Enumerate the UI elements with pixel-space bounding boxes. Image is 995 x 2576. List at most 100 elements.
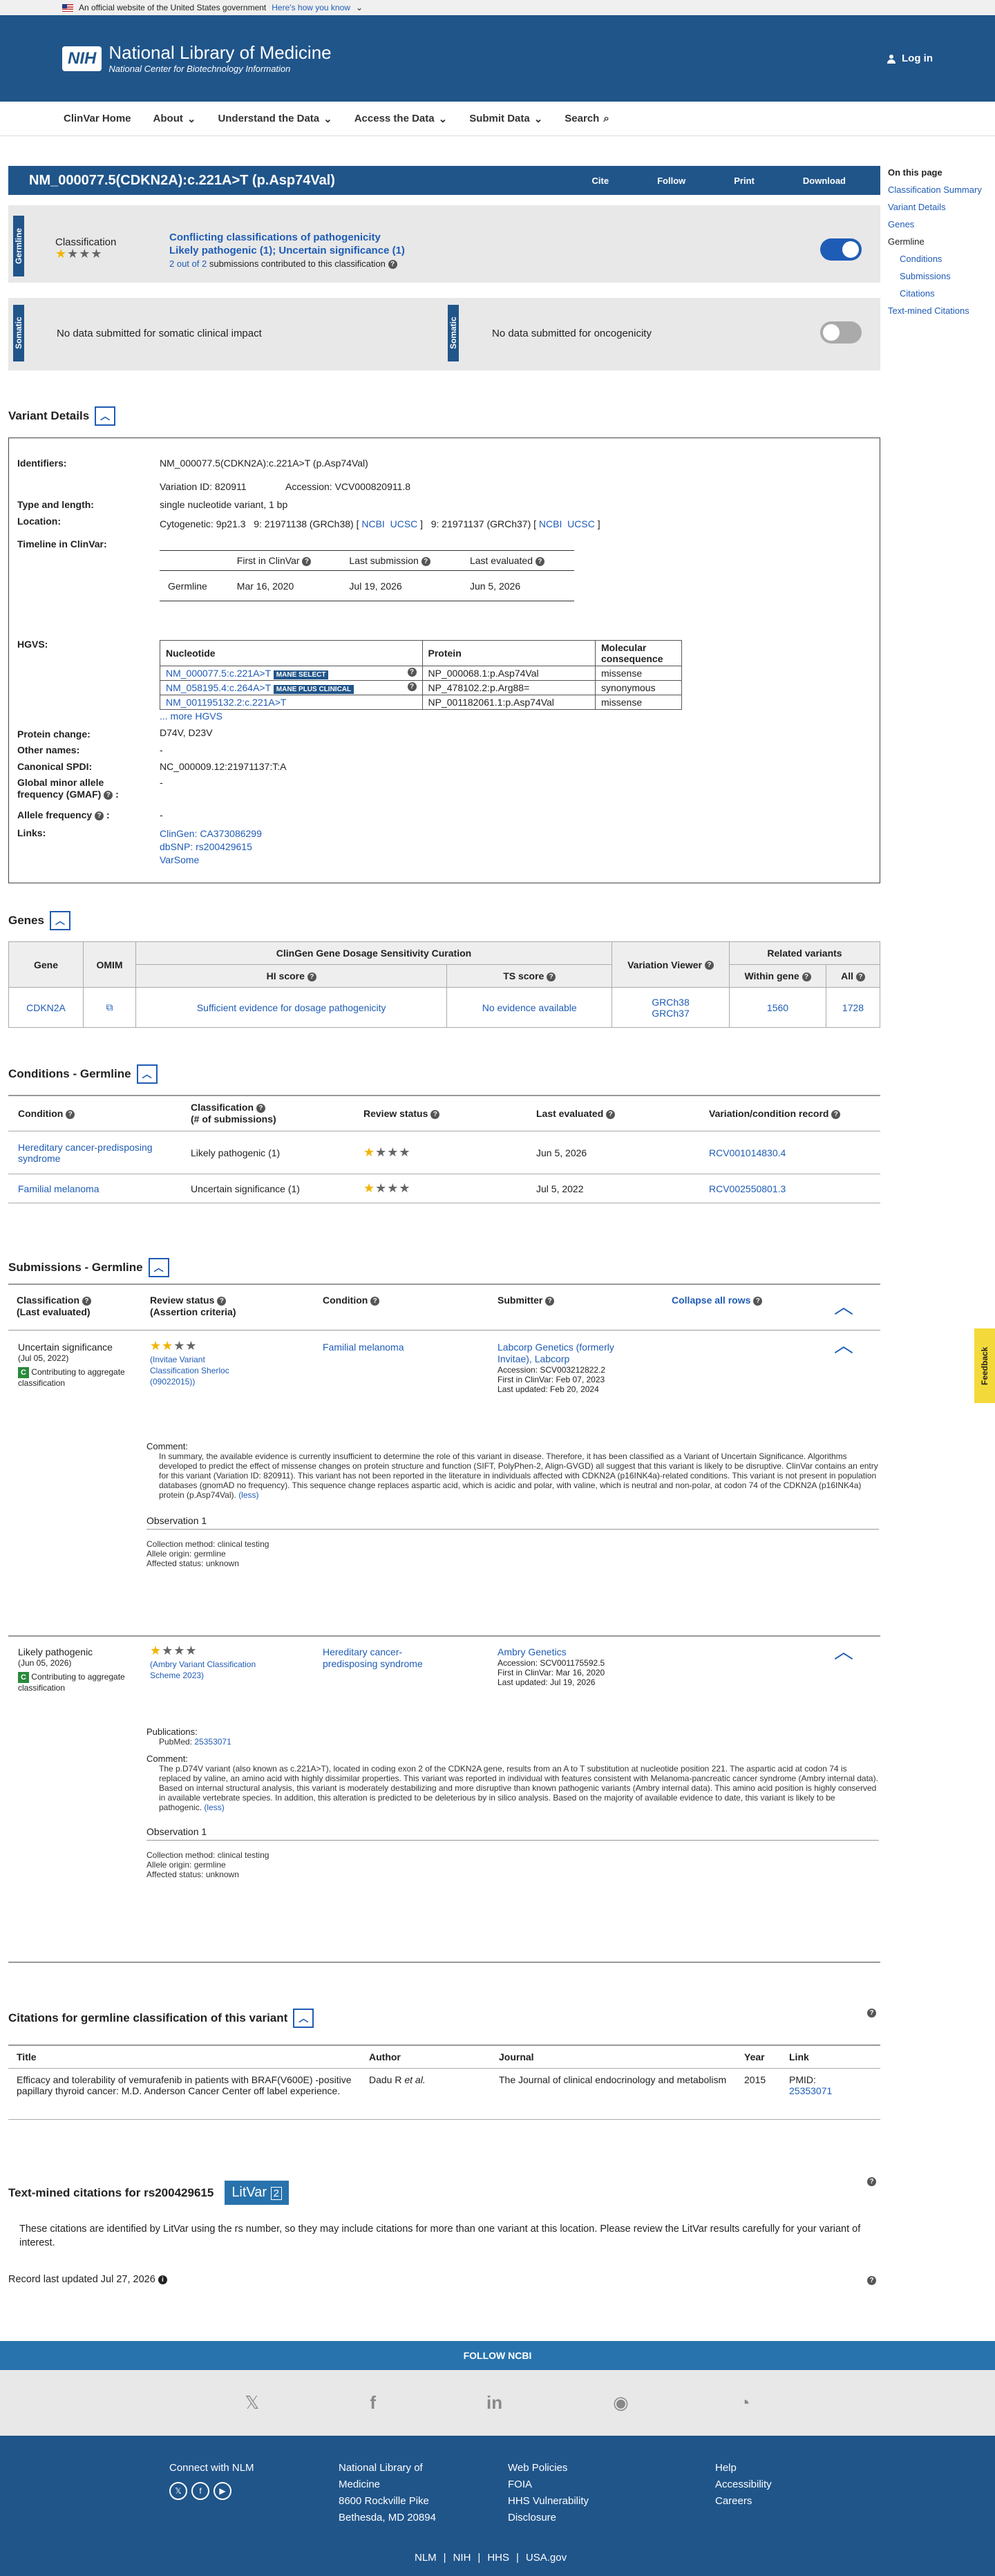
help-icon[interactable]: ? [66, 1109, 75, 1119]
hhs-bottom-link[interactable]: HHS [487, 2550, 509, 2566]
help-icon[interactable]: ? [753, 1296, 763, 1306]
submitter-link[interactable]: Labcorp Genetics (formerly Invitae), Lab… [498, 1342, 614, 1364]
nlm-link[interactable]: Medicine [339, 2479, 380, 2490]
disclosure-link[interactable]: Disclosure [508, 2512, 556, 2523]
foia-link[interactable]: FOIA [508, 2479, 532, 2490]
linkedin-icon[interactable]: in [486, 2392, 502, 2414]
rss-icon[interactable]: ◔ [739, 2392, 750, 2414]
nih-logo[interactable]: NIH National Library of Medicine Nationa… [62, 44, 332, 74]
pubmed-link[interactable]: 25353071 [194, 1737, 231, 1747]
help-icon[interactable]: ? [95, 811, 104, 820]
condition-link[interactable]: Familial melanoma [18, 1183, 99, 1194]
criteria-link[interactable]: (Ambry Variant Classification Scheme 202… [150, 1660, 256, 1680]
cite-button[interactable]: Cite [592, 176, 609, 186]
collapse-chevron-up-icon[interactable]: ︿ [148, 1258, 169, 1277]
collapse-chevron-up-icon[interactable]: ︿ [49, 911, 70, 930]
github-icon[interactable]: ◉ [613, 2392, 629, 2414]
less-link[interactable]: (less) [238, 1490, 258, 1500]
youtube-icon[interactable]: ▶ [214, 2482, 231, 2500]
nlm-bottom-link[interactable]: NLM [415, 2550, 437, 2566]
help-icon[interactable]: ? [867, 2177, 876, 2186]
facebook-icon[interactable]: f [370, 2392, 376, 2414]
submissions-count[interactable]: 2 out of 2 [169, 258, 207, 269]
chevron-up-icon[interactable]: ︿ [834, 1292, 853, 1319]
all-variants-link[interactable]: 1728 [842, 1002, 864, 1013]
help-icon[interactable]: ? [831, 1109, 841, 1119]
help-icon[interactable]: ? [855, 972, 865, 981]
otp-text-mined[interactable]: Text-mined Citations [888, 305, 969, 316]
ncbi-link[interactable]: NCBI [361, 518, 384, 529]
accessibility-link[interactable]: Accessibility [715, 2479, 772, 2490]
usagov-bottom-link[interactable]: USA.gov [526, 2550, 567, 2566]
help-icon[interactable]: ? [407, 668, 417, 677]
otp-citations[interactable]: Citations [900, 288, 935, 299]
germline-toggle[interactable] [820, 238, 862, 261]
gov-banner-link[interactable]: Here's how you know [272, 3, 350, 12]
nav-access[interactable]: Access the Data ⌄ [354, 113, 447, 125]
collapse-chevron-up-icon[interactable]: ︿ [95, 406, 116, 426]
x-icon[interactable]: 𝕏 [245, 2392, 259, 2414]
help-icon[interactable]: ? [547, 972, 556, 981]
twitter-icon[interactable]: 𝕏 [169, 2482, 187, 2500]
help-icon[interactable]: ? [867, 2276, 876, 2285]
pmid-link[interactable]: 25353071 [789, 2085, 832, 2096]
condition-link[interactable]: Familial melanoma [323, 1342, 404, 1353]
help-icon[interactable]: ? [421, 556, 430, 566]
grch38-viewer-link[interactable]: GRCh38 [652, 997, 689, 1008]
otp-conditions[interactable]: Conditions [900, 254, 942, 264]
print-button[interactable]: Print [734, 176, 755, 186]
hgvs-link[interactable]: NM_001195132.2:c.221A>T [166, 697, 286, 708]
submitter-link[interactable]: Ambry Genetics [498, 1646, 567, 1657]
within-gene-link[interactable]: 1560 [767, 1002, 788, 1013]
otp-submissions[interactable]: Submissions [900, 271, 951, 281]
more-hgvs-link[interactable]: ... more HGVS [160, 711, 222, 722]
hgvs-link[interactable]: NM_058195.4:c.264A>T [166, 682, 271, 693]
help-icon[interactable]: ? [802, 972, 811, 981]
hgvs-link[interactable]: NM_000077.5:c.221A>T [166, 668, 271, 679]
clingen-link[interactable]: ClinGen: CA373086299 [160, 828, 262, 839]
ucsc-link[interactable]: UCSC [390, 518, 418, 529]
collapse-all-link[interactable]: Collapse all rows [672, 1295, 750, 1306]
download-button[interactable]: Download [803, 176, 846, 186]
help-icon[interactable]: ? [867, 2009, 876, 2018]
nav-search[interactable]: Search ⌕ [565, 113, 609, 124]
ts-score-link[interactable]: No evidence available [482, 1002, 577, 1013]
somatic-toggle[interactable] [820, 321, 862, 344]
rcv-link[interactable]: RCV001014830.4 [709, 1147, 786, 1158]
grch37-viewer-link[interactable]: GRCh37 [652, 1008, 689, 1019]
info-icon[interactable]: i [158, 2275, 167, 2284]
help-icon[interactable]: ? [82, 1296, 91, 1306]
hi-score-link[interactable]: Sufficient evidence for dosage pathogeni… [197, 1002, 386, 1013]
varsome-link[interactable]: VarSome [160, 854, 199, 865]
ncbi-link[interactable]: NCBI [539, 518, 562, 529]
careers-link[interactable]: Careers [715, 2495, 752, 2507]
help-icon[interactable]: ? [545, 1296, 555, 1306]
help-icon[interactable]: ? [307, 972, 316, 981]
help-icon[interactable]: ? [388, 260, 397, 270]
help-icon[interactable]: ? [370, 1296, 380, 1306]
follow-button[interactable]: Follow [657, 176, 685, 186]
help-icon[interactable]: ? [104, 790, 113, 800]
nav-submit[interactable]: Submit Data ⌄ [469, 113, 542, 125]
external-link-icon[interactable]: ⧉ [106, 1002, 113, 1013]
litvar-logo[interactable]: LitVar 2 [225, 2181, 289, 2205]
otp-classification-summary[interactable]: Classification Summary [888, 185, 982, 195]
collapse-chevron-up-icon[interactable]: ︿ [293, 2009, 314, 2028]
nlm-link[interactable]: National Library of [339, 2462, 423, 2474]
help-icon[interactable]: ? [217, 1296, 227, 1306]
facebook-icon[interactable]: f [191, 2482, 209, 2500]
criteria-link[interactable]: (Invitae Variant Classification Sherloc … [150, 1355, 229, 1386]
condition-link[interactable]: Hereditary cancer-predisposing syndrome [18, 1142, 153, 1164]
help-icon[interactable]: ? [407, 682, 417, 691]
ucsc-link[interactable]: UCSC [567, 518, 595, 529]
chevron-up-icon[interactable]: ︿ [834, 1331, 853, 1358]
nav-clinvar-home[interactable]: ClinVar Home [64, 113, 131, 124]
condition-link[interactable]: Hereditary cancer-predisposing syndrome [323, 1646, 447, 1670]
gene-link[interactable]: CDKN2A [26, 1002, 66, 1013]
collapse-chevron-up-icon[interactable]: ︿ [136, 1064, 158, 1084]
login-button[interactable]: Log in [887, 53, 933, 64]
help-icon[interactable]: ? [535, 556, 544, 566]
classification-status[interactable]: Conflicting classifications of pathogeni… [169, 231, 405, 244]
chevron-up-icon[interactable]: ︿ [834, 1637, 853, 1664]
feedback-button[interactable]: Feedback [974, 1328, 995, 1403]
